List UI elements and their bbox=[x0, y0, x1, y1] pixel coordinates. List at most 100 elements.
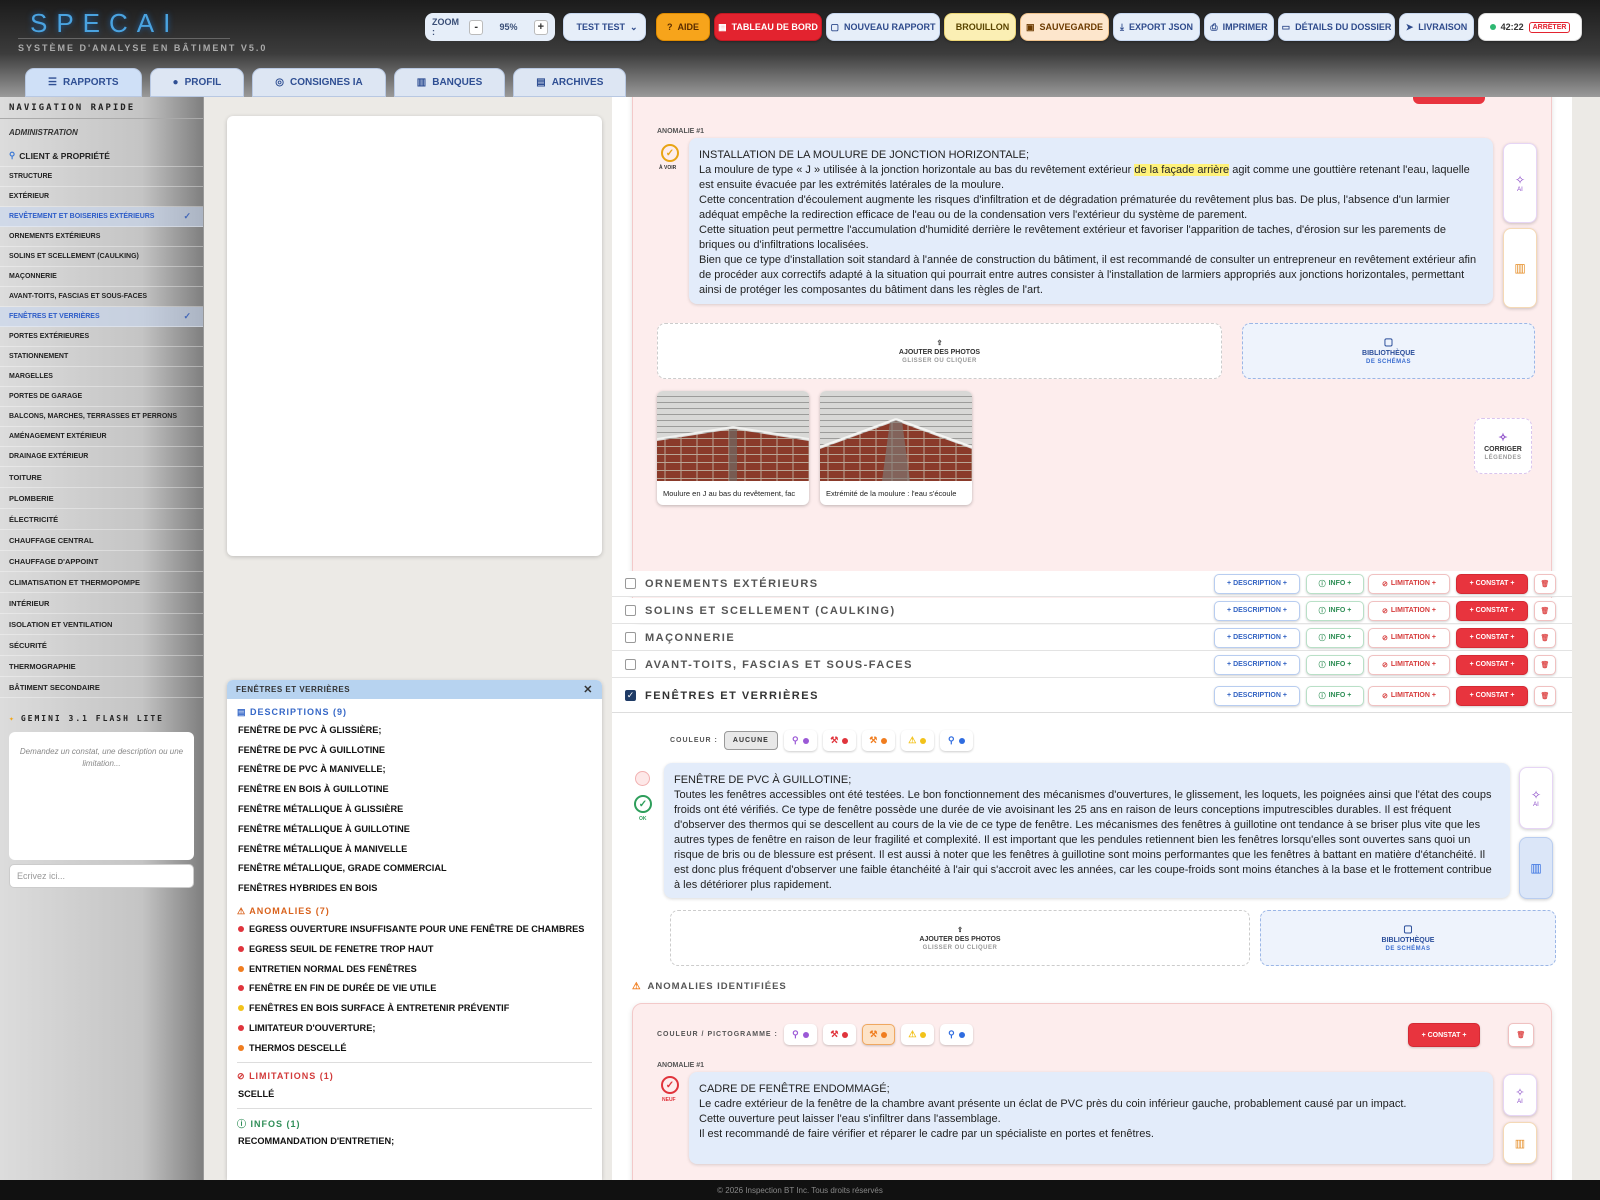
zoom-in-button[interactable]: + bbox=[533, 19, 548, 35]
add-description-button[interactable]: + DESCRIPTION + bbox=[1214, 654, 1300, 675]
tableau-de-bord-button[interactable]: ▦ TABLEAU DE BORD bbox=[714, 13, 822, 41]
add-info-button[interactable]: ⓘ INFO + bbox=[1306, 627, 1364, 648]
anomaly-text[interactable]: INSTALLATION DE LA MOULURE DE JONCTION H… bbox=[689, 138, 1493, 304]
schema-library-button[interactable]: ▢ BIBLIOTHÈQUE DE SCHÉMAS bbox=[1260, 910, 1556, 966]
sidebar-item-structure[interactable]: STRUCTURE bbox=[0, 167, 203, 187]
section-checkbox[interactable] bbox=[625, 659, 636, 670]
add-constat-button[interactable]: + CONSTAT + bbox=[1456, 685, 1528, 706]
nouveau-rapport-button[interactable]: ▢ NOUVEAU RAPPORT bbox=[826, 13, 940, 41]
sidebar-item-chauffage-central[interactable]: CHAUFFAGE CENTRAL bbox=[0, 530, 203, 551]
color-blue-button[interactable]: ⚲ bbox=[939, 730, 973, 751]
ai-rewrite-button[interactable]: ✧ AI bbox=[1503, 1074, 1537, 1116]
sidebar-item-maconnerie[interactable]: MAÇONNERIE bbox=[0, 267, 203, 287]
list-item[interactable]: FENÊTRE DE PVC À MANIVELLE; bbox=[238, 760, 602, 780]
export-json-button[interactable]: ⤓ EXPORT JSON bbox=[1113, 13, 1200, 41]
sidebar-item-fenetres[interactable]: FENÊTRES ET VERRIÈRES ✓ bbox=[0, 307, 203, 327]
close-icon[interactable]: ✕ bbox=[583, 683, 593, 696]
add-description-button[interactable]: + DESCRIPTION + bbox=[1214, 600, 1300, 621]
sidebar-item-margelles[interactable]: MARGELLES bbox=[0, 367, 203, 387]
add-limitation-button[interactable]: ⊘ LIMITATION + bbox=[1368, 573, 1450, 594]
add-info-button[interactable]: ⓘ INFO + bbox=[1306, 573, 1364, 594]
add-photos-dropzone[interactable]: ⇪ AJOUTER DES PHOTOS GLISSER OU CLIQUER bbox=[657, 323, 1222, 379]
tab-banques[interactable]: ▥ BANQUES bbox=[393, 68, 506, 97]
add-limitation-button[interactable]: ⊘ LIMITATION + bbox=[1368, 627, 1450, 648]
anomaly-text[interactable]: CADRE DE FENÊTRE ENDOMMAGÉ; Le cadre ext… bbox=[689, 1072, 1493, 1164]
details-dossier-button[interactable]: ▭ DÉTAILS DU DOSSIER bbox=[1278, 13, 1395, 41]
status-toggle[interactable] bbox=[635, 771, 650, 786]
section-checkbox-checked[interactable]: ✓ bbox=[625, 690, 636, 701]
tab-profil[interactable]: ● PROFIL bbox=[149, 68, 245, 97]
add-limitation-button[interactable]: ⊘ LIMITATION + bbox=[1368, 685, 1450, 706]
ai-rewrite-button[interactable]: ✧ AI bbox=[1519, 767, 1553, 829]
photo-thumbnail[interactable]: Moulure en J au bas du revêtement, fac bbox=[657, 391, 809, 505]
constat-button-partial[interactable] bbox=[1413, 97, 1485, 104]
add-info-button[interactable]: ⓘ INFO + bbox=[1306, 600, 1364, 621]
sidebar-item-avant-toits[interactable]: AVANT-TOITS, FASCIAS ET SOUS-FACES bbox=[0, 287, 203, 307]
library-button[interactable]: ▥ bbox=[1503, 1122, 1537, 1164]
list-item[interactable]: FENÊTRE DE PVC À GLISSIÈRE; bbox=[238, 720, 602, 740]
color-yellow-button[interactable]: ⚠ bbox=[900, 1024, 934, 1045]
check-circle-icon[interactable]: ✓ bbox=[634, 795, 652, 813]
ai-chat-input[interactable]: Ecrivez ici... bbox=[9, 864, 194, 888]
color-red-button[interactable]: ⚒ bbox=[822, 730, 856, 751]
section-checkbox[interactable] bbox=[625, 632, 636, 643]
tab-rapports[interactable]: ☰ RAPPORTS bbox=[25, 68, 142, 97]
list-item[interactable]: EGRESS OUVERTURE INSUFFISANTE POUR UNE F… bbox=[238, 919, 602, 939]
sauvegarde-button[interactable]: ▣ SAUVEGARDE bbox=[1020, 13, 1109, 41]
trash-icon[interactable]: 🗑 bbox=[1534, 685, 1556, 706]
trash-icon[interactable]: 🗑 bbox=[1534, 627, 1556, 648]
ai-chat-area[interactable]: Demandez un constat, une description ou … bbox=[9, 732, 194, 860]
trash-icon[interactable]: 🗑 bbox=[1534, 654, 1556, 675]
color-purple-button[interactable]: ⚲ bbox=[783, 1024, 817, 1045]
add-constat-button[interactable]: + CONSTAT + bbox=[1456, 573, 1528, 594]
sidebar-item-securite[interactable]: SÉCURITÉ bbox=[0, 635, 203, 656]
color-yellow-button[interactable]: ⚠ bbox=[900, 730, 934, 751]
tab-archives[interactable]: ▤ ARCHIVES bbox=[513, 68, 627, 97]
color-blue-button[interactable]: ⚲ bbox=[939, 1024, 973, 1045]
list-item[interactable]: EGRESS SEUIL DE FENETRE TROP HAUT bbox=[238, 939, 602, 959]
add-photos-dropzone[interactable]: ⇪ AJOUTER DES PHOTOS GLISSER OU CLIQUER bbox=[670, 910, 1250, 966]
photo-caption[interactable]: Moulure en J au bas du revêtement, fac bbox=[657, 481, 809, 505]
list-item[interactable]: FENÊTRES HYBRIDES EN BOIS bbox=[238, 878, 602, 898]
aide-button[interactable]: ? AIDE bbox=[656, 13, 710, 41]
sidebar-item-isolation[interactable]: ISOLATION ET VENTILATION bbox=[0, 614, 203, 635]
list-item[interactable]: THERMOS DESCELLÉ bbox=[238, 1038, 602, 1058]
sidebar-item-batiment-secondaire[interactable]: BÂTIMENT SECONDAIRE bbox=[0, 677, 203, 698]
description-text[interactable]: FENÊTRE DE PVC À GUILLOTINE; Toutes les … bbox=[664, 763, 1510, 898]
trash-icon[interactable]: 🗑 bbox=[1534, 573, 1556, 594]
sidebar-item-solins[interactable]: SOLINS ET SCELLEMENT (CAULKING) bbox=[0, 247, 203, 267]
sidebar-item-stationnement[interactable]: STATIONNEMENT bbox=[0, 347, 203, 367]
list-item[interactable]: FENÊTRE MÉTALLIQUE, GRADE COMMERCIAL bbox=[238, 859, 602, 879]
section-checkbox[interactable] bbox=[625, 605, 636, 616]
user-dropdown[interactable]: TEST TEST ⌄ bbox=[563, 13, 646, 41]
library-button[interactable]: ▥ bbox=[1503, 228, 1537, 308]
trash-icon[interactable]: 🗑 bbox=[1508, 1023, 1534, 1047]
sidebar-item-drainage[interactable]: DRAINAGE EXTÉRIEUR bbox=[0, 447, 203, 467]
sidebar-item-thermographie[interactable]: THERMOGRAPHIE bbox=[0, 656, 203, 677]
imprimer-button[interactable]: ⎙ IMPRIMER bbox=[1204, 13, 1274, 41]
sidebar-item-plomberie[interactable]: PLOMBERIE bbox=[0, 488, 203, 509]
sidebar-item-toiture[interactable]: TOITURE bbox=[0, 467, 203, 488]
add-constat-button[interactable]: + CONSTAT + bbox=[1456, 654, 1528, 675]
check-circle-icon[interactable]: ✓ bbox=[661, 144, 679, 162]
list-item[interactable]: SCELLÉ bbox=[238, 1084, 602, 1104]
list-item[interactable]: FENÊTRES EN BOIS SURFACE À ENTRETENIR PR… bbox=[238, 998, 602, 1018]
list-item[interactable]: FENÊTRE MÉTALLIQUE À MANIVELLE bbox=[238, 839, 602, 859]
sidebar-item-chauffage-appoint[interactable]: CHAUFFAGE D'APPOINT bbox=[0, 551, 203, 572]
photo-thumbnail[interactable]: Extrémité de la moulure : l'eau s'écoule bbox=[820, 391, 972, 505]
arreter-button[interactable]: ARRÊTER bbox=[1528, 21, 1571, 33]
sidebar-item-electricite[interactable]: ÉLECTRICITÉ bbox=[0, 509, 203, 530]
sidebar-item-revetement[interactable]: REVÊTEMENT ET BOISERIES EXTÉRIEURS ✓ bbox=[0, 207, 203, 227]
check-circle-icon[interactable]: ✓ bbox=[661, 1076, 679, 1094]
add-info-button[interactable]: ⓘ INFO + bbox=[1306, 654, 1364, 675]
list-item[interactable]: FENÊTRE EN FIN DE DURÉE DE VIE UTILE bbox=[238, 979, 602, 999]
add-constat-button[interactable]: + CONSTAT + bbox=[1456, 600, 1528, 621]
add-constat-button[interactable]: + CONSTAT + bbox=[1408, 1023, 1480, 1047]
trash-icon[interactable]: 🗑 bbox=[1534, 600, 1556, 621]
sidebar-item-client[interactable]: ⚲ CLIENT & PROPRIÉTÉ bbox=[0, 145, 203, 167]
color-purple-button[interactable]: ⚲ bbox=[783, 730, 817, 751]
list-item[interactable]: FENÊTRE MÉTALLIQUE À GLISSIÈRE bbox=[238, 799, 602, 819]
sidebar-item-portes[interactable]: PORTES EXTÉRIEURES bbox=[0, 327, 203, 347]
livraison-button[interactable]: ➤ LIVRAISON bbox=[1399, 13, 1474, 41]
add-constat-button[interactable]: + CONSTAT + bbox=[1456, 627, 1528, 648]
